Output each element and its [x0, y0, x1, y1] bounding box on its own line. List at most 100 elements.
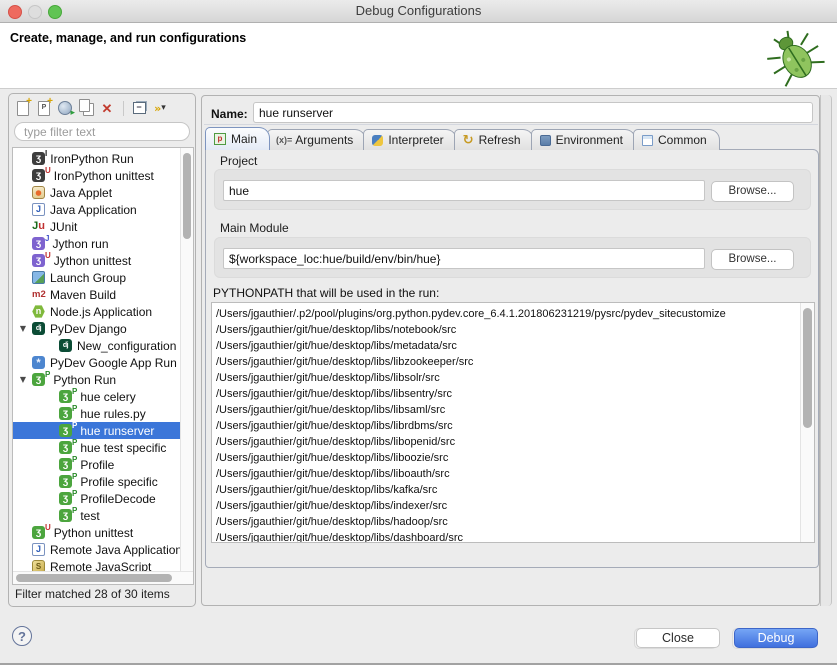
tree-item-label: Jython run	[52, 237, 108, 251]
tree-item-python-unittest[interactable]: ʒUPython unittest	[13, 524, 193, 541]
debug-button[interactable]: Debug	[734, 628, 818, 648]
tree-item-ironpython-unittest[interactable]: ʒUIronPython unittest	[13, 167, 193, 184]
tree-item-label: Maven Build	[50, 288, 116, 302]
tab-label: Environment	[556, 133, 623, 147]
tab-interpreter[interactable]: Interpreter	[363, 129, 456, 150]
tree-item-label: PyDev Django	[50, 322, 127, 336]
pythonpath-entry[interactable]: /Users/jgauthier/git/hue/desktop/libs/li…	[216, 434, 798, 450]
tree-item-label: Python unittest	[54, 526, 133, 540]
tree-item-launch-group[interactable]: Launch Group	[13, 269, 193, 286]
pythonpath-label: PYTHONPATH that will be used in the run:	[213, 286, 439, 300]
config-detail-panel: Name: pMain(x)=ArgumentsInterpreter↻Refr…	[201, 95, 820, 606]
tab-main[interactable]: p Main	[205, 127, 270, 150]
tree-item-junit[interactable]: JuJUnit	[13, 218, 193, 235]
pythonpath-entry[interactable]: /Users/jgauthier/git/hue/desktop/libs/no…	[216, 322, 798, 338]
pythonpath-entry[interactable]: /Users/jgauthier/.p2/pool/plugins/org.py…	[216, 306, 798, 322]
tree-item-ironpython-run[interactable]: ʒIIronPython Run	[13, 150, 193, 167]
icon-modifier: P	[72, 439, 77, 447]
close-button[interactable]: Close	[636, 628, 720, 648]
main-module-input[interactable]	[223, 248, 705, 269]
main-module-browse-button[interactable]: Browse...	[711, 249, 794, 270]
junit-icon: Ju	[32, 220, 45, 233]
tree-vertical-scrollbar[interactable]	[180, 148, 193, 573]
tree-item-hue-test-specific[interactable]: ʒPhue test specific	[13, 439, 193, 456]
pythonpath-entry[interactable]: /Users/jgauthier/git/hue/desktop/libs/in…	[216, 498, 798, 514]
tree-item-pydev-google-app-run[interactable]: *PyDev Google App Run	[13, 354, 193, 371]
pythonpath-entry[interactable]: /Users/jgauthier/git/hue/desktop/libs/li…	[216, 418, 798, 434]
pythonpath-entry[interactable]: /Users/jgauthier/git/hue/desktop/libs/li…	[216, 370, 798, 386]
icon-modifier: P	[72, 405, 77, 413]
tab-common[interactable]: Common	[633, 129, 720, 150]
expand-arrow-icon[interactable]: ▼	[17, 320, 29, 337]
tree-item-profiledecode[interactable]: ʒPProfileDecode	[13, 490, 193, 507]
expand-arrow-icon[interactable]: ▼	[17, 371, 29, 388]
refresh-icon: ↻	[463, 134, 474, 147]
tree-item-python-run[interactable]: ▼ʒPPython Run	[13, 371, 193, 388]
pydev-main-icon: p	[214, 133, 226, 145]
pythonpath-entry[interactable]: /Users/jgauthier/git/hue/desktop/libs/li…	[216, 450, 798, 466]
project-browse-button[interactable]: Browse...	[711, 181, 794, 202]
name-input[interactable]	[253, 102, 813, 123]
python-icon	[372, 135, 383, 146]
tree-item-hue-celery[interactable]: ʒPhue celery	[13, 388, 193, 405]
pythonpath-entry[interactable]: /Users/jgauthier/git/hue/desktop/libs/ka…	[216, 482, 798, 498]
tree-item-maven-build[interactable]: m2Maven Build	[13, 286, 193, 303]
tree-item-label: Python Run	[53, 373, 116, 387]
nodejs-icon: n	[32, 305, 45, 318]
tree-item-profile[interactable]: ʒPProfile	[13, 456, 193, 473]
new-configuration-icon[interactable]: +	[13, 99, 33, 117]
python-run-icon: ʒ	[59, 441, 72, 454]
pythonpath-entry[interactable]: /Users/jgauthier/git/hue/desktop/libs/li…	[216, 466, 798, 482]
tree-item-new-configuration[interactable]: djNew_configuration	[13, 337, 193, 354]
launch-config-sidebar: +P+▸ ✕−»▾ ʒIIronPython RunʒUIronPython un…	[8, 93, 196, 607]
django-icon: dj	[32, 322, 45, 335]
tree-item-hue-rules-py[interactable]: ʒPhue rules.py	[13, 405, 193, 422]
tree-item-label: Java Applet	[50, 186, 112, 200]
pythonpath-entry[interactable]: /Users/jgauthier/git/hue/desktop/libs/ha…	[216, 514, 798, 530]
tree-item-label: Jython unittest	[54, 254, 131, 268]
tree-item-jython-unittest[interactable]: ʒUJython unittest	[13, 252, 193, 269]
pythonpath-entry[interactable]: /Users/jgauthier/git/hue/desktop/libs/da…	[216, 530, 798, 543]
new-prototype-icon[interactable]: P+	[34, 99, 54, 117]
export-launch-icon[interactable]: ▸	[55, 99, 75, 117]
tree-item-test[interactable]: ʒPtest	[13, 507, 193, 524]
tab-label: Refresh	[479, 133, 521, 147]
icon-modifier: J	[45, 235, 49, 243]
ironpython-unittest-icon: ʒ	[32, 169, 45, 182]
config-tabs: p Main (x)=ArgumentsInterpreter ↻ Refresh Env…	[205, 127, 717, 150]
tree-item-profile-specific[interactable]: ʒPProfile specific	[13, 473, 193, 490]
panel-scrollbar[interactable]	[820, 95, 832, 606]
tree-item-label: hue test specific	[80, 441, 166, 455]
collapse-all-icon[interactable]: −	[129, 99, 149, 117]
tab-arguments[interactable]: (x)=Arguments	[267, 129, 366, 150]
tree-item-node-js-application[interactable]: nNode.js Application	[13, 303, 193, 320]
tree-item-java-application[interactable]: JJava Application	[13, 201, 193, 218]
delete-icon[interactable]: ✕	[97, 99, 117, 117]
project-input[interactable]	[223, 180, 705, 201]
tree-horizontal-scrollbar[interactable]	[13, 571, 194, 584]
pythonpath-entry[interactable]: /Users/jgauthier/git/hue/desktop/libs/li…	[216, 402, 798, 418]
tree-item-label: hue rules.py	[80, 407, 145, 421]
pythonpath-entry[interactable]: /Users/jgauthier/git/hue/desktop/libs/li…	[216, 354, 798, 370]
help-icon[interactable]: ?	[12, 626, 32, 646]
tab-environment[interactable]: Environment	[531, 129, 636, 150]
tree-item-remote-java-application[interactable]: JRemote Java Application	[13, 541, 193, 558]
tree-item-label: IronPython unittest	[54, 169, 154, 183]
tree-item-hue-runserver[interactable]: ʒPhue runserver	[13, 422, 193, 439]
pythonpath-entry[interactable]: /Users/jgauthier/git/hue/desktop/libs/li…	[216, 386, 798, 402]
duplicate-icon[interactable]	[76, 99, 96, 117]
pythonpath-entry[interactable]: /Users/jgauthier/git/hue/desktop/libs/me…	[216, 338, 798, 354]
icon-modifier: P	[72, 456, 77, 464]
pythonpath-scrollbar[interactable]	[800, 303, 814, 542]
tree-item-java-applet[interactable]: Java Applet	[13, 184, 193, 201]
filter-launch-icon[interactable]: »▾	[150, 99, 170, 117]
tab-refresh[interactable]: ↻ Refresh	[454, 129, 534, 150]
tab-label: Main	[231, 132, 257, 146]
toolbar-separator	[123, 101, 124, 116]
jython-unittest-icon: ʒ	[32, 254, 45, 267]
tree-item-jython-run[interactable]: ʒJJython run	[13, 235, 193, 252]
icon-modifier: P	[72, 422, 77, 430]
tree-item-label: Profile specific	[80, 475, 157, 489]
filter-input[interactable]	[14, 122, 190, 141]
tree-item-pydev-django[interactable]: ▼dj PyDev Django	[13, 320, 193, 337]
